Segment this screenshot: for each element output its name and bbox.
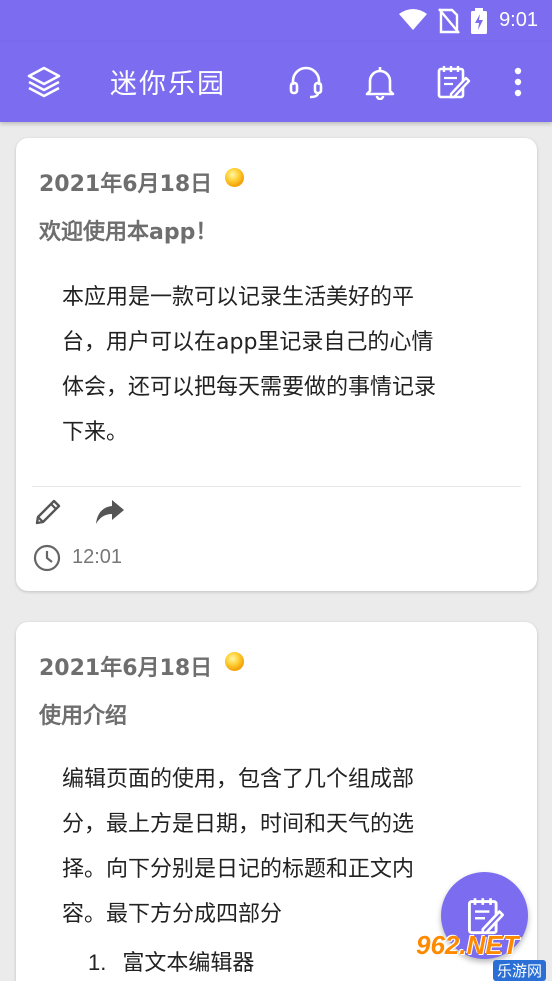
body-line: 体会，还可以把每天需要做的事情记录 [62,375,437,400]
wifi-icon [399,9,427,30]
list-number: 1. [88,950,107,975]
body-line: 编辑页面的使用，包含了几个组成部 [62,767,415,792]
status-time: 9:01 [499,9,538,31]
body-line: 本应用是一款可以记录生活美好的平 [62,285,415,310]
watermark-sub: 乐游网 [492,960,546,981]
watermark-main: 962.NET [416,930,519,960]
pencil-icon [35,499,61,525]
battery-charging-icon [471,8,487,34]
notifications-button[interactable] [360,62,400,102]
support-button[interactable] [286,62,326,102]
entry-title: 使用介绍 [39,704,128,729]
more-options-button[interactable] [498,62,538,102]
diary-entry-card[interactable]: 2021年6月18日 欢迎使用本app！ 本应用是一款可以记录生活美好的平 台，… [16,138,537,591]
watermark-logo: 962.NET 乐游网 [416,930,552,981]
share-button[interactable] [92,494,128,530]
bell-icon [365,67,395,100]
share-icon [96,500,124,524]
entry-date: 2021年6月18日 [39,172,213,197]
app-bar: 迷你乐园 [0,42,552,122]
entry-time: 12:01 [72,546,123,568]
notes-button[interactable] [433,62,473,102]
sun-icon [225,652,244,671]
more-vert-icon [514,67,522,97]
list-text: 富文本编辑器 [122,951,255,976]
headset-icon [289,66,323,99]
time-row [32,543,62,573]
edit-button[interactable] [30,494,66,530]
body-line: 择。向下分别是日记的标题和正文内 [62,857,415,882]
body-line: 分，最上方是日期，时间和天气的选 [62,812,415,837]
entry-body: 编辑页面的使用，包含了几个组成部 分，最上方是日期，时间和天气的选 择。向下分别… [62,757,502,937]
menu-button[interactable] [24,62,64,102]
page-title: 迷你乐园 [110,69,226,100]
card-divider [32,486,521,487]
body-line: 下来。 [62,420,129,445]
body-line: 台，用户可以在app里记录自己的心情 [62,330,434,355]
sun-icon [225,168,244,187]
list-item: 1. 富文本编辑器 [88,945,254,977]
entry-date: 2021年6月18日 [39,656,213,681]
edit-note-icon [437,66,471,99]
layers-icon [27,66,61,98]
entry-body: 本应用是一款可以记录生活美好的平 台，用户可以在app里记录自己的心情 体会，还… [62,275,502,455]
entry-title: 欢迎使用本app！ [39,220,218,245]
status-bar: 9:01 [0,0,552,42]
clock-icon [33,544,61,572]
no-sim-icon [438,8,460,34]
